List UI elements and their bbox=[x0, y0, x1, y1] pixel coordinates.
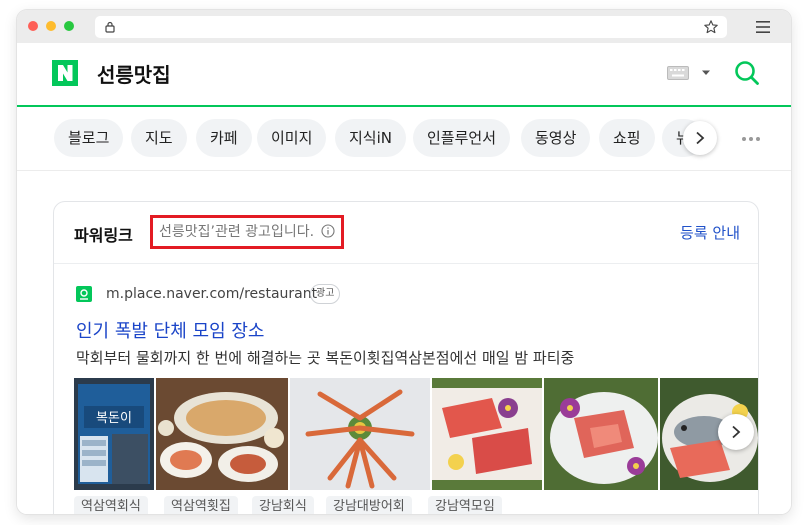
ad-photo-shrimp[interactable] bbox=[290, 378, 430, 490]
chevron-right-icon bbox=[696, 131, 705, 145]
ad-notice-text: 선릉맛집’관련 광고입니다. bbox=[159, 224, 315, 240]
chevron-down-icon[interactable] bbox=[701, 69, 711, 77]
keyword-chip[interactable]: 강남대방어회 bbox=[326, 496, 412, 514]
ad-photo-platter[interactable] bbox=[544, 378, 658, 490]
lock-icon bbox=[105, 21, 115, 33]
keyword-chip[interactable]: 역삼역횟집 bbox=[164, 496, 238, 514]
photo-next-button[interactable] bbox=[718, 414, 754, 450]
ad-description: 막회부터 물회까지 한 번에 해결하는 곳 복돈이횟집역삼본점에선 매일 밤 파… bbox=[76, 349, 575, 367]
ad-photo-sashimi[interactable] bbox=[432, 378, 542, 490]
keyword-chip[interactable]: 강남회식 bbox=[252, 496, 314, 514]
powerlink-title: 파워링크 bbox=[74, 226, 133, 245]
tab-knowledge-in[interactable]: 지식iN bbox=[335, 119, 406, 157]
browser-window: 선릉맛집 블로그 지도 카페 이미지 지식iN 인플루언서 동영상 쇼핑 뉴 bbox=[17, 10, 791, 514]
powerlink-card: 파워링크 선릉맛집’관련 광고입니다. 등록 안내 m.place.naver.… bbox=[53, 201, 759, 514]
ad-headline-link[interactable]: 인기 폭발 단체 모임 장소 bbox=[76, 317, 265, 343]
tab-video[interactable]: 동영상 bbox=[521, 119, 591, 157]
close-window-button[interactable] bbox=[28, 21, 38, 31]
keyboard-icon[interactable] bbox=[667, 66, 689, 80]
tab-cafe[interactable]: 카페 bbox=[196, 119, 252, 157]
chevron-right-icon bbox=[732, 425, 741, 439]
ad-photo-table-spread[interactable] bbox=[156, 378, 288, 490]
naver-logo-icon[interactable] bbox=[52, 60, 78, 86]
ad-photo-storefront[interactable]: 복돈이 bbox=[74, 378, 154, 490]
search-tabs: 블로그 지도 카페 이미지 지식iN 인플루언서 동영상 쇼핑 뉴 bbox=[17, 109, 791, 171]
more-options-icon[interactable] bbox=[741, 136, 761, 142]
powerlink-header: 파워링크 선릉맛집’관련 광고입니다. 등록 안내 bbox=[54, 202, 758, 264]
maximize-window-button[interactable] bbox=[64, 21, 74, 31]
browser-titlebar bbox=[17, 10, 791, 43]
search-query[interactable]: 선릉맛집 bbox=[97, 59, 171, 88]
star-icon[interactable] bbox=[703, 19, 719, 35]
tab-influencer[interactable]: 인플루언서 bbox=[413, 119, 511, 157]
ad-display-url[interactable]: m.place.naver.com/restaurant bbox=[106, 286, 317, 302]
tab-blog[interactable]: 블로그 bbox=[54, 119, 124, 157]
tab-images[interactable]: 이미지 bbox=[257, 119, 327, 157]
ad-photo-strip: 복돈이 bbox=[74, 378, 758, 490]
search-header: 선릉맛집 bbox=[17, 43, 791, 107]
register-guide-link[interactable]: 등록 안내 bbox=[680, 222, 740, 243]
info-icon[interactable] bbox=[321, 224, 336, 238]
ad-badge: 광고 bbox=[310, 284, 341, 304]
address-bar[interactable] bbox=[95, 16, 727, 38]
tab-shopping[interactable]: 쇼핑 bbox=[599, 119, 655, 157]
keyword-chip[interactable]: 강남역모임 bbox=[428, 496, 502, 514]
ad-notice-highlight: 선릉맛집’관련 광고입니다. bbox=[150, 215, 345, 249]
tabs-next-button[interactable] bbox=[683, 121, 717, 155]
place-site-icon bbox=[76, 286, 92, 302]
minimize-window-button[interactable] bbox=[46, 21, 56, 31]
hamburger-menu-icon[interactable] bbox=[755, 20, 771, 34]
storefront-sign: 복돈이 bbox=[96, 411, 132, 426]
tab-map[interactable]: 지도 bbox=[131, 119, 187, 157]
keyword-chip[interactable]: 역삼역회식 bbox=[74, 496, 148, 514]
search-icon[interactable] bbox=[734, 60, 760, 86]
